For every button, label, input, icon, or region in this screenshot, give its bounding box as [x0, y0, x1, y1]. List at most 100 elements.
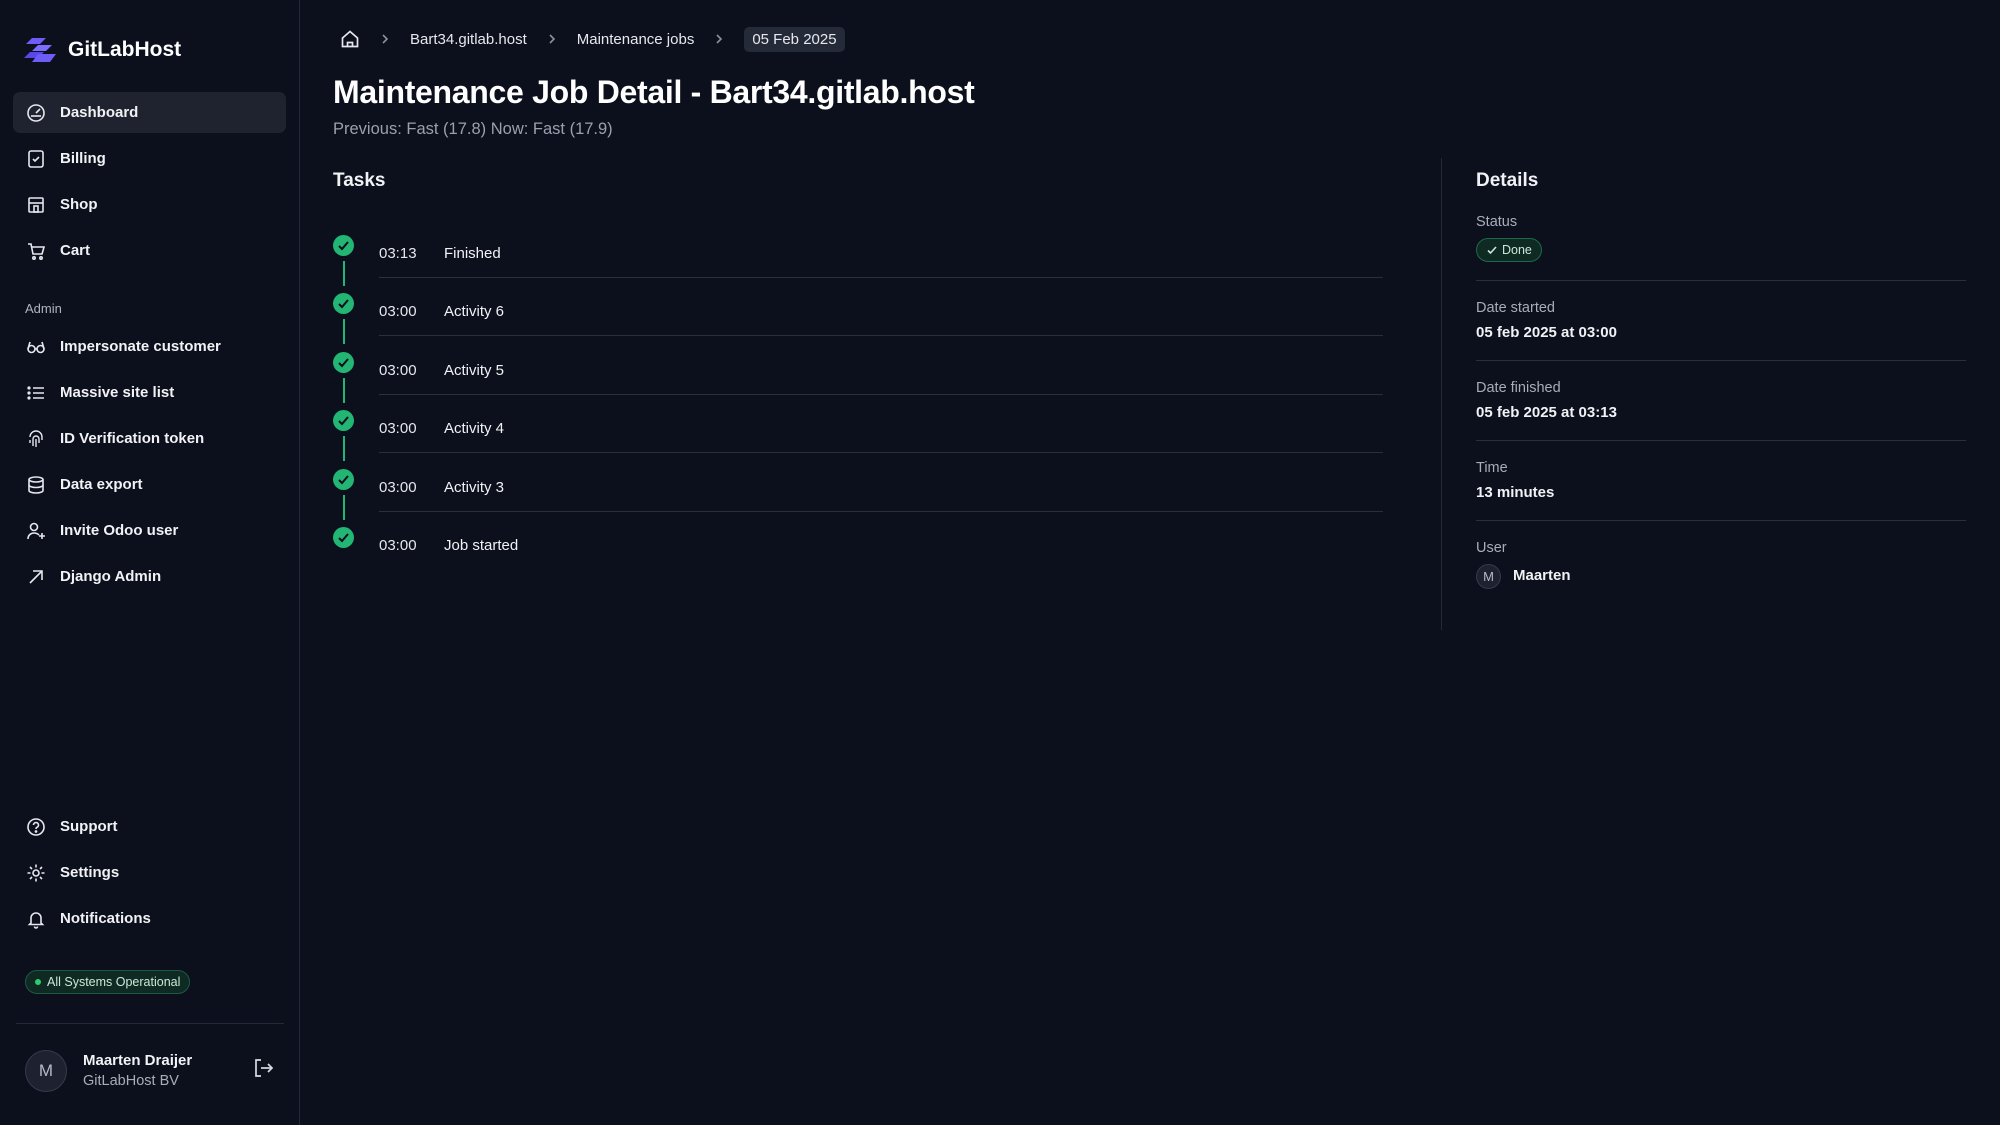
sidebar-item-label: Django Admin: [60, 568, 162, 585]
sidebar-item-label: Massive site list: [60, 384, 175, 401]
sidebar-item-label: Invite Odoo user: [60, 522, 179, 539]
sidebar-item-massive-site-list[interactable]: Massive site list: [13, 372, 286, 413]
divider: [1476, 440, 1966, 441]
check-circle-icon: [333, 468, 354, 490]
brand[interactable]: GitLabHost: [24, 34, 181, 66]
chevron-right-icon: [382, 34, 389, 44]
divider: [1441, 158, 1442, 630]
timeline-connector: [343, 436, 345, 462]
task-label: Activity 4: [444, 420, 505, 438]
check-circle-icon: [333, 410, 354, 432]
sidebar-item-label: ID Verification token: [60, 430, 205, 447]
task-row: 03:00 Activity 3: [333, 468, 1383, 527]
sidebar-item-label: Billing: [60, 150, 106, 167]
system-status-text: All Systems Operational: [47, 975, 181, 989]
bell-icon: [27, 911, 45, 929]
timeline-connector: [343, 319, 345, 345]
status-badge: Done: [1476, 238, 1542, 262]
breadcrumb: Bart34.gitlab.host Maintenance jobs 05 F…: [340, 24, 845, 54]
sidebar-item-invite-odoo-user[interactable]: Invite Odoo user: [13, 510, 286, 551]
fingerprint-icon: [29, 429, 43, 447]
tasks-heading: Tasks: [333, 170, 386, 191]
breadcrumb-item-maintenance-jobs[interactable]: Maintenance jobs: [577, 31, 695, 48]
divider: [1476, 280, 1966, 281]
timeline-connector: [343, 494, 345, 520]
sidebar-item-settings[interactable]: Settings: [13, 852, 286, 893]
divider: [379, 452, 1383, 454]
divider: [379, 335, 1383, 337]
task-label: Job started: [444, 537, 519, 554]
task-time: 03:00: [379, 303, 417, 321]
avatar[interactable]: M: [25, 1050, 67, 1092]
status-value: Done: [1502, 243, 1532, 257]
sidebar-item-label: Cart: [60, 242, 91, 259]
divider: [379, 393, 1383, 395]
sidebar-item-label: Support: [60, 818, 118, 835]
task-time: 03:00: [379, 361, 417, 379]
dashboard-icon: [27, 103, 45, 122]
time-label: Time: [1476, 460, 1508, 476]
sidebar-item-id-verification-token[interactable]: ID Verification token: [13, 418, 286, 459]
home-icon[interactable]: [340, 29, 360, 49]
sidebar-item-dashboard[interactable]: Dashboard: [13, 92, 286, 133]
task-time: 03:00: [379, 420, 417, 438]
logout-icon[interactable]: [252, 1057, 274, 1079]
breadcrumb-item-site[interactable]: Bart34.gitlab.host: [410, 31, 527, 48]
glasses-icon: [27, 341, 45, 353]
status-label: Status: [1476, 214, 1518, 230]
date-started-label: Date started: [1476, 300, 1555, 316]
divider: [16, 1023, 284, 1024]
sidebar-item-label: Data export: [60, 476, 143, 493]
system-status-badge[interactable]: All Systems Operational: [25, 970, 191, 994]
sidebar-item-impersonate-customer[interactable]: Impersonate customer: [13, 326, 286, 367]
task-row: 03:00 Activity 6: [333, 293, 1383, 351]
user-name: Maarten Draijer: [83, 1052, 193, 1069]
timeline-connector: [343, 261, 345, 286]
sidebar-item-label: Dashboard: [60, 104, 139, 121]
brand-name: GitLabHost: [68, 38, 182, 61]
task-label: Activity 5: [444, 361, 505, 379]
page-subtitle: Previous: Fast (17.8) Now: Fast (17.9): [333, 120, 613, 138]
sidebar-item-data-export[interactable]: Data export: [13, 464, 286, 505]
user-org: GitLabHost BV: [83, 1073, 179, 1089]
divider: [1476, 520, 1966, 521]
divider: [1476, 360, 1966, 361]
sidebar-item-shop[interactable]: Shop: [13, 184, 286, 225]
task-label: Finished: [444, 245, 501, 262]
task-label: Activity 3: [444, 478, 505, 496]
details-heading: Details: [1476, 170, 1539, 191]
chevron-right-icon: [549, 34, 555, 44]
user-name: Maarten: [1513, 567, 1571, 584]
user-label: User: [1476, 540, 1507, 556]
task-row: 03:00 Job started: [333, 527, 1383, 585]
arrow-up-right-icon: [29, 569, 43, 584]
task-time: 03:00: [379, 478, 417, 496]
sidebar-item-notifications[interactable]: Notifications: [13, 898, 286, 939]
sidebar: GitLabHost Dashboard Billing Shop Cart A…: [0, 0, 300, 1125]
date-finished-value: 05 feb 2025 at 03:13: [1476, 404, 1617, 421]
task-time: 03:00: [379, 537, 417, 554]
avatar: M: [1476, 564, 1501, 589]
sidebar-item-support[interactable]: Support: [13, 806, 286, 847]
sidebar-item-label: Shop: [60, 196, 98, 213]
date-finished-label: Date finished: [1476, 380, 1561, 396]
check-circle-icon: [333, 235, 354, 256]
sidebar-item-label: Settings: [60, 864, 120, 881]
database-icon: [28, 475, 44, 494]
user-plus-icon: [27, 522, 45, 539]
divider: [379, 277, 1383, 278]
sidebar-item-django-admin[interactable]: Django Admin: [13, 556, 286, 597]
cart-icon: [28, 242, 46, 260]
task-label: Activity 6: [444, 303, 505, 321]
breadcrumb-current: 05 Feb 2025: [744, 26, 845, 52]
task-time: 03:13: [379, 245, 417, 262]
help-icon: [27, 817, 45, 836]
sidebar-item-label: Notifications: [60, 910, 151, 927]
list-icon: [27, 385, 44, 400]
check-circle-icon: [333, 293, 354, 315]
page-title: Maintenance Job Detail - Bart34.gitlab.h…: [333, 74, 975, 110]
gear-icon: [27, 864, 45, 881]
gitlabhost-logo-icon: [24, 38, 56, 62]
sidebar-item-billing[interactable]: Billing: [13, 138, 286, 179]
sidebar-item-cart[interactable]: Cart: [13, 230, 286, 271]
